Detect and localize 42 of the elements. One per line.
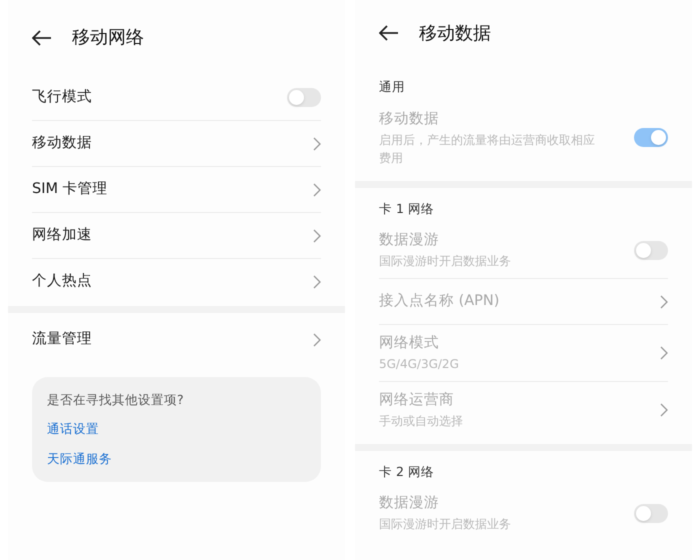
setting-label: 网络运营商: [379, 390, 455, 410]
chevron-right-icon: [660, 346, 668, 360]
settings-row[interactable]: 网络加速: [32, 213, 321, 258]
setting-label: 个人热点: [32, 272, 93, 291]
back-arrow-icon[interactable]: [32, 30, 52, 46]
chevron-right-icon: [660, 294, 668, 308]
section-header: 卡 1 网络: [379, 200, 435, 218]
chevron-right-icon: [313, 182, 321, 196]
setting-label: 飞行模式: [32, 88, 93, 107]
suggestion-link[interactable]: 天际通服务: [47, 450, 112, 466]
chevron-right-icon: [660, 402, 668, 417]
setting-label: 数据漫游: [379, 494, 440, 514]
page-title: 移动网络: [72, 26, 144, 50]
setting-label: 数据漫游: [379, 231, 440, 250]
back-arrow-icon[interactable]: [379, 25, 399, 41]
settings-row[interactable]: 移动数据: [32, 121, 321, 166]
page-title: 移动数据: [419, 22, 491, 46]
setting-label: 流量管理: [32, 330, 93, 349]
setting-label: 移动数据: [32, 134, 93, 153]
settings-row[interactable]: SIM 卡管理: [32, 167, 321, 212]
setting-description: 国际漫游时开启数据业务: [379, 516, 512, 533]
setting-description: 5G/4G/3G/2G: [379, 356, 460, 373]
setting-description: 国际漫游时开启数据业务: [379, 253, 512, 270]
section-header: 卡 2 网络: [379, 462, 435, 480]
setting-label: 网络加速: [32, 226, 93, 245]
setting-label: 网络模式: [379, 334, 440, 353]
suggestion-question: 是否在寻找其他设置项?: [47, 391, 185, 409]
setting-description: 启用后，产生的流量将由运营商收取相应费用: [379, 132, 596, 166]
settings-row[interactable]: 个人热点: [32, 259, 321, 304]
settings-row[interactable]: 流量管理: [32, 317, 321, 362]
setting-label: 接入点名称 (APN): [379, 292, 500, 311]
chevron-right-icon: [313, 228, 321, 242]
chevron-right-icon: [313, 332, 321, 346]
chevron-right-icon: [313, 136, 321, 150]
setting-description: 手动或自动选择: [379, 412, 464, 430]
suggestion-link[interactable]: 通话设置: [47, 420, 99, 436]
section-header: 通用: [379, 78, 406, 96]
setting-label: 移动数据: [379, 110, 440, 129]
settings-row[interactable]: 飞行模式: [32, 75, 321, 120]
setting-label: SIM 卡管理: [32, 180, 109, 199]
chevron-right-icon: [313, 274, 321, 288]
toggle-switch[interactable]: [287, 88, 321, 107]
